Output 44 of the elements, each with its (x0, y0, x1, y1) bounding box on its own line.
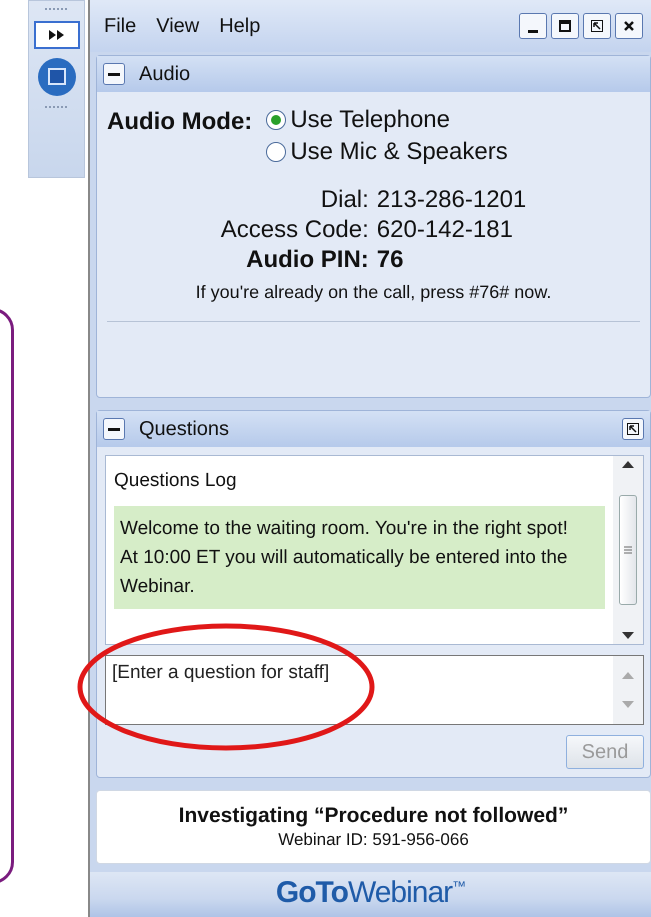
section-title: Audio (139, 62, 190, 86)
maximize-button[interactable] (551, 13, 579, 39)
detail-label: Dial: (320, 186, 369, 214)
scrollbar[interactable] (613, 456, 643, 644)
fast-forward-icon (48, 29, 66, 41)
popout-icon (626, 422, 640, 436)
message-text: At 10:00 ET you will automatically be entered into the Webinar. (120, 546, 568, 599)
radio-option[interactable]: Use Telephone (266, 106, 508, 134)
product-logo: GoToWebinar$^{™}$ (276, 876, 466, 910)
section-title: Questions (139, 418, 230, 440)
popout-button[interactable] (622, 418, 644, 440)
minus-icon (108, 72, 120, 76)
menu-item[interactable]: Help (219, 14, 260, 38)
minus-icon (108, 428, 120, 430)
log-title: Questions Log (114, 470, 238, 492)
detail-label: Audio PIN: (245, 246, 369, 274)
detail-label: Access Code: (220, 216, 369, 244)
scroll-down-icon[interactable] (622, 632, 634, 640)
message-text: Welcome to the waiting room. You're in the right spot! (120, 517, 569, 541)
close-button[interactable] (615, 13, 643, 39)
webinar-id: Webinar ID: 591-956-066 (278, 830, 469, 850)
popout-button[interactable] (583, 13, 611, 39)
screen-button-icon[interactable] (36, 57, 76, 97)
detail-value: 213-286-1201 (376, 186, 526, 214)
menu-item[interactable]: View (156, 14, 200, 38)
detail-value: 620-142-181 (376, 216, 514, 244)
scroll-thumb[interactable] (619, 495, 637, 605)
grip-icon (44, 7, 68, 13)
audio-mode-label: Audio Mode: (107, 107, 252, 137)
menu-item[interactable]: File (104, 14, 136, 38)
webinar-title: Investigating “Procedure not followed” (178, 804, 568, 828)
maximize-icon (558, 19, 572, 33)
close-icon (622, 19, 636, 33)
collapse-button[interactable] (103, 418, 125, 440)
popout-icon (590, 19, 604, 33)
radio-option[interactable]: Use Mic & Speakers (266, 138, 508, 166)
minimize-button[interactable] (519, 13, 547, 39)
grip-icon (44, 105, 68, 111)
minimize-icon (528, 30, 538, 32)
collapse-button[interactable] (103, 63, 125, 85)
scroll-up-icon[interactable] (622, 460, 634, 468)
call-note: If you're already on the call, press #76# now. (107, 282, 640, 322)
forward-button[interactable] (34, 21, 80, 49)
detail-value: 76 (376, 246, 404, 274)
